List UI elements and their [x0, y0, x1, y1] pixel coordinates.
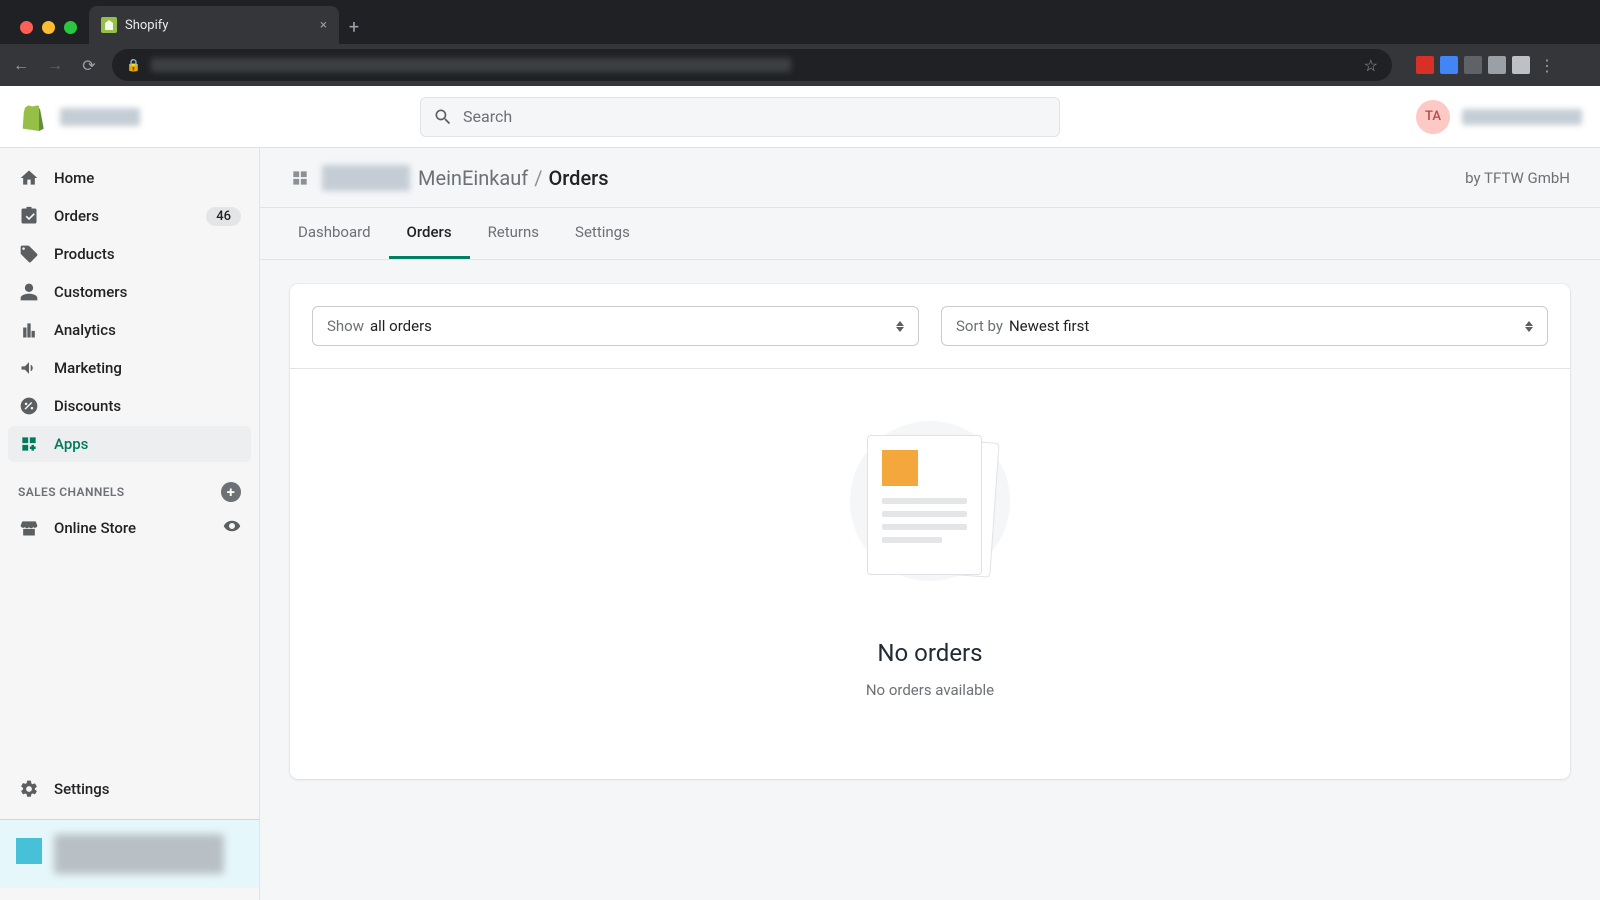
show-filter-select[interactable]: Show all orders: [312, 306, 919, 346]
sort-label: Sort by: [956, 317, 1003, 335]
sidebar-item-products[interactable]: Products: [8, 236, 251, 272]
tab-strip: Shopify × +: [0, 0, 1600, 44]
tab-orders[interactable]: Orders: [389, 208, 470, 259]
tab-dashboard[interactable]: Dashboard: [280, 208, 389, 259]
browser-tab[interactable]: Shopify ×: [89, 6, 339, 44]
app-byline: by TFTW GmbH: [1465, 169, 1570, 187]
sidebar-item-customers[interactable]: Customers: [8, 274, 251, 310]
extension-icon[interactable]: [1440, 56, 1458, 74]
filter-bar: Show all orders Sort by Newest first: [290, 284, 1570, 369]
close-tab-icon[interactable]: ×: [320, 18, 327, 33]
sidebar-item-apps[interactable]: Apps: [8, 426, 251, 462]
reload-button[interactable]: ⟳: [78, 56, 100, 75]
tabs: Dashboard Orders Returns Settings: [260, 208, 1600, 260]
page-titlebar: MeinEinkauf / Orders by TFTW GmbH: [260, 148, 1600, 208]
empty-illustration: [845, 429, 1015, 579]
minimize-window-icon[interactable]: [42, 21, 55, 34]
new-tab-button[interactable]: +: [339, 17, 369, 44]
lock-icon: 🔒: [126, 58, 141, 72]
gear-icon: [18, 778, 40, 800]
sidebar-item-orders[interactable]: Orders 46: [8, 198, 251, 234]
sidebar: Home Orders 46 Products Customers Analyt…: [0, 148, 260, 900]
search-placeholder: Search: [463, 107, 512, 126]
shopify-favicon-icon: [101, 17, 117, 33]
sort-value: Newest first: [1009, 317, 1089, 335]
marketing-icon: [18, 357, 40, 379]
orders-icon: [18, 205, 40, 227]
extension-icon[interactable]: [1416, 56, 1434, 74]
show-value: all orders: [370, 317, 432, 335]
tab-settings[interactable]: Settings: [557, 208, 648, 259]
empty-state: No orders No orders available: [290, 369, 1570, 779]
sidebar-item-label: Customers: [54, 283, 127, 301]
products-icon: [18, 243, 40, 265]
customers-icon: [18, 281, 40, 303]
empty-title: No orders: [310, 639, 1550, 667]
sidebar-item-label: Home: [54, 169, 94, 187]
browser-chrome: Shopify × + ← → ⟳ 🔒 ☆ ⋮: [0, 0, 1600, 86]
orders-badge: 46: [206, 207, 241, 226]
show-label: Show: [327, 317, 364, 335]
close-window-icon[interactable]: [20, 21, 33, 34]
tab-returns[interactable]: Returns: [470, 208, 557, 259]
search-input[interactable]: Search: [420, 97, 1060, 137]
apps-icon: [18, 433, 40, 455]
user-name-redacted: [1462, 109, 1582, 125]
extension-icons: ⋮: [1416, 56, 1558, 75]
sort-select[interactable]: Sort by Newest first: [941, 306, 1548, 346]
breadcrumb-app[interactable]: MeinEinkauf: [418, 166, 528, 190]
maximize-window-icon[interactable]: [64, 21, 77, 34]
shopify-logo-icon[interactable]: [18, 102, 46, 132]
tab-title: Shopify: [125, 18, 168, 33]
sidebar-item-label: Online Store: [54, 519, 136, 537]
sidebar-item-label: Settings: [54, 780, 110, 798]
main-content: MeinEinkauf / Orders by TFTW GmbH Dashbo…: [260, 148, 1600, 900]
profile-icon[interactable]: [1512, 56, 1530, 74]
window-controls: [12, 21, 89, 44]
sidebar-item-label: Marketing: [54, 359, 122, 377]
store-name-redacted: [322, 165, 410, 191]
trial-banner[interactable]: [0, 819, 259, 888]
chevron-updown-icon: [896, 321, 904, 332]
back-button[interactable]: ←: [10, 55, 32, 75]
address-bar: ← → ⟳ 🔒 ☆ ⋮: [0, 44, 1600, 86]
empty-subtitle: No orders available: [310, 681, 1550, 699]
breadcrumb-separator: /: [534, 166, 542, 190]
sidebar-item-label: Orders: [54, 207, 99, 225]
extension-icon[interactable]: [1464, 56, 1482, 74]
view-store-icon[interactable]: [223, 517, 241, 539]
store-icon: [18, 517, 40, 539]
discounts-icon: [18, 395, 40, 417]
sidebar-item-discounts[interactable]: Discounts: [8, 388, 251, 424]
url-text-redacted: [151, 58, 791, 72]
forward-button[interactable]: →: [44, 55, 66, 75]
add-channel-button[interactable]: +: [221, 482, 241, 502]
sidebar-item-label: Apps: [54, 435, 88, 453]
extension-icon[interactable]: [1488, 56, 1506, 74]
search-icon: [433, 107, 453, 127]
top-bar: Search TA: [0, 86, 1600, 148]
sidebar-item-marketing[interactable]: Marketing: [8, 350, 251, 386]
trial-icon: [16, 838, 42, 864]
orders-card: Show all orders Sort by Newest first: [290, 284, 1570, 779]
sidebar-item-analytics[interactable]: Analytics: [8, 312, 251, 348]
sidebar-item-settings[interactable]: Settings: [8, 771, 251, 807]
analytics-icon: [18, 319, 40, 341]
sidebar-item-label: Products: [54, 245, 115, 263]
sidebar-item-online-store[interactable]: Online Store: [8, 510, 251, 546]
sales-channels-header: SALES CHANNELS +: [8, 464, 251, 510]
home-icon: [18, 167, 40, 189]
store-name-redacted: [60, 108, 140, 126]
bookmark-icon[interactable]: ☆: [1364, 56, 1378, 75]
sidebar-item-home[interactable]: Home: [8, 160, 251, 196]
app-grid-icon[interactable]: [290, 168, 310, 188]
avatar[interactable]: TA: [1416, 100, 1450, 134]
menu-icon[interactable]: ⋮: [1536, 56, 1558, 75]
sidebar-item-label: Discounts: [54, 397, 121, 415]
breadcrumb-current: Orders: [549, 166, 609, 190]
url-input[interactable]: 🔒 ☆: [112, 49, 1392, 81]
chevron-updown-icon: [1525, 321, 1533, 332]
trial-text-redacted: [54, 834, 224, 874]
sidebar-item-label: Analytics: [54, 321, 116, 339]
